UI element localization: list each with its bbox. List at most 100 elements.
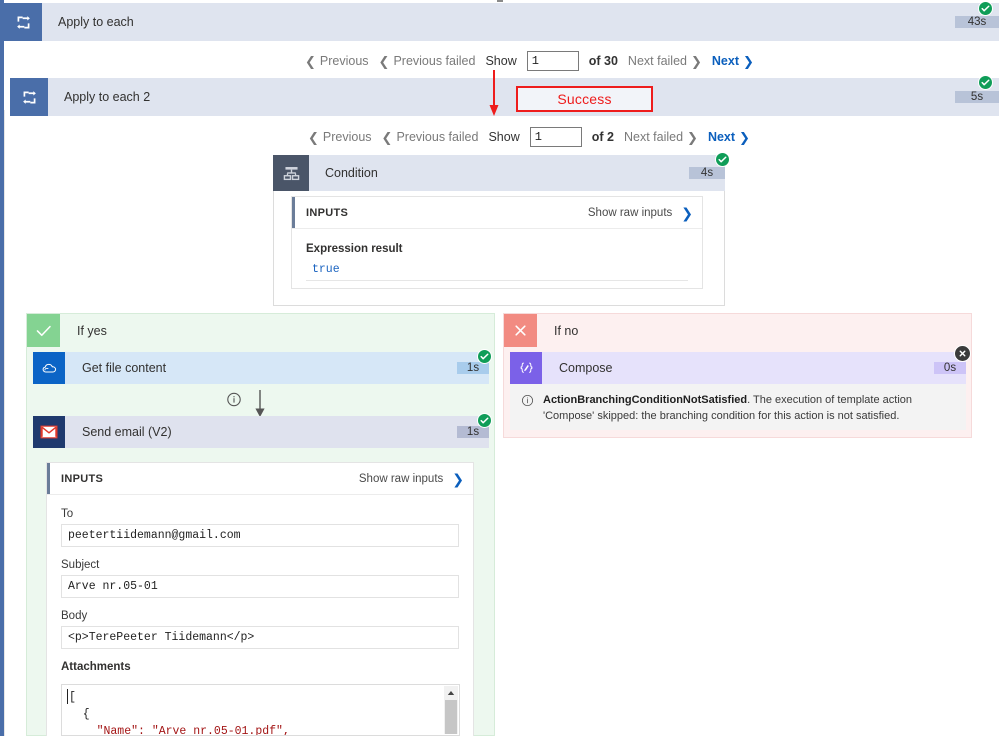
chevron-left-icon: ❮ [378,53,390,69]
chevron-left-icon: ❮ [308,129,319,145]
to-field-value[interactable]: peetertiidemann@gmail.com [61,524,459,547]
next-failed-button[interactable]: Next failed ❯ [624,130,698,144]
show-label: Show [485,54,517,68]
action-compose-title: Compose [559,361,613,375]
chevron-right-icon: ❯ [690,53,702,69]
status-badge-succeeded [978,1,993,16]
condition-inputs-body: Expression result true [292,229,702,291]
info-circle-icon [521,394,535,420]
action-get-file-content-title: Get file content [82,361,167,375]
top-cutoff-nub [497,0,503,2]
compose-skipped-message: ActionBranchingConditionNotSatisfied. Th… [510,384,966,430]
page-number-input[interactable] [526,51,579,71]
scope-apply-to-each-2[interactable]: Apply to each 2 5s [10,78,999,116]
previous-failed-button[interactable]: ❮ Previous failed [379,54,476,68]
send-email-inputs-header: INPUTS Show raw inputs ❯ [47,463,473,495]
action-get-file-content[interactable]: Get file content 1s [33,352,489,384]
action-send-email-v2[interactable]: Send email (V2) 1s [33,416,489,448]
branch-if-yes-label: If yes [77,323,107,338]
scope-apply-to-each-2-duration: 5s [955,91,999,103]
condition-inputs-header: INPUTS Show raw inputs ❯ [292,197,702,229]
scroll-up-arrow-icon[interactable] [444,686,458,699]
previous-label: Previous [319,54,369,68]
previous-button[interactable]: ❮ Previous [305,54,369,68]
text-cursor [67,689,68,704]
chevron-right-icon: ❯ [681,204,693,221]
chevron-left-icon: ❮ [381,129,393,145]
next-label: Next [707,130,736,144]
next-button[interactable]: Next ❯ [712,54,754,68]
onedrive-cloud-icon [33,352,65,384]
next-failed-button[interactable]: Next failed ❯ [628,54,702,68]
previous-failed-button[interactable]: ❮ Previous failed [382,130,479,144]
left-guide-line [4,110,5,736]
next-button[interactable]: Next ❯ [708,130,750,144]
subject-field-label: Subject [61,559,100,571]
show-raw-inputs-button[interactable]: Show raw inputs ❯ [359,472,473,486]
body-field-value[interactable]: <p>TerePeeter Tiidemann</p> [61,626,459,649]
page-total-label: of 2 [591,130,614,144]
previous-button[interactable]: ❮ Previous [308,130,372,144]
show-raw-inputs-label: Show raw inputs [587,206,673,219]
annotation-arrow [489,70,499,116]
branch-if-no-header[interactable]: If no [504,314,971,347]
previous-failed-label: Previous failed [393,54,476,68]
attachments-scrollbar[interactable] [444,686,458,734]
inputs-accent-bar [47,463,50,494]
scope-apply-to-each[interactable]: Apply to each 43s [4,3,999,41]
status-badge-succeeded [978,75,993,90]
condition-title: Condition [325,166,378,180]
chevron-right-icon: ❯ [452,470,464,487]
chevron-left-icon: ❮ [305,53,316,69]
foreach-loop-icon [10,78,48,116]
compose-skipped-text: ActionBranchingConditionNotSatisfied. Th… [543,393,955,422]
expression-result-label: Expression result [306,243,403,255]
inputs-accent-bar [292,197,295,228]
action-compose[interactable]: Compose 0s [510,352,966,384]
gmail-envelope-icon [33,416,65,448]
send-email-inputs-body: To peetertiidemann@gmail.com Subject Arv… [47,495,473,687]
condition-header[interactable]: Condition 4s [273,155,725,191]
scrollbar-thumb[interactable] [445,700,457,734]
previous-failed-label: Previous failed [396,130,479,144]
attachments-line: [ [69,691,76,704]
page-number-input[interactable] [529,127,582,147]
show-label: Show [488,130,520,144]
scope-apply-to-each-title: Apply to each [58,15,134,29]
pagination-outer[interactable]: ❮ Previous ❮ Previous failed Show of 30 … [305,51,754,71]
compose-skipped-code: ActionBranchingConditionNotSatisfied [543,394,748,406]
show-raw-inputs-button[interactable]: Show raw inputs ❯ [588,206,702,220]
flow-run-details-page: Apply to each 43s ❮ Previous ❮ Previous … [0,0,999,736]
condition-branch-icon [273,155,309,191]
close-x-icon [504,314,537,347]
attachments-line: { [69,708,90,721]
subject-field-value[interactable]: Arve nr.05-01 [61,575,459,598]
branch-if-yes-header[interactable]: If yes [27,314,494,347]
attachments-code-box[interactable]: [ { "Name": "Arve nr.05-01.pdf", "Conten… [61,684,460,736]
annotation-success-callout: Success [516,86,653,112]
expression-result-value: true [306,259,688,281]
action-compose-duration: 0s [934,362,966,374]
action-send-email-v2-title: Send email (V2) [82,425,172,439]
chevron-right-icon: ❯ [739,129,750,145]
inputs-title: INPUTS [61,472,104,485]
attachments-field-label: Attachments [61,661,131,673]
branch-if-no-label: If no [554,323,579,338]
scope-apply-to-each-duration: 43s [955,16,999,28]
next-label: Next [711,54,739,68]
condition-duration: 4s [689,167,725,179]
status-badge-succeeded [715,152,730,167]
show-raw-inputs-label: Show raw inputs [358,472,444,485]
inputs-title: INPUTS [306,206,349,219]
page-total-label: of 30 [588,54,618,68]
to-field-label: To [61,508,74,520]
status-badge-succeeded [477,349,492,364]
next-failed-label: Next failed [627,54,687,68]
chevron-right-icon: ❯ [687,129,698,145]
pagination-inner[interactable]: ❮ Previous ❮ Previous failed Show of 2 N… [308,127,750,147]
attachments-code: [ { "Name": "Arve nr.05-01.pdf", "Conten… [69,689,437,735]
previous-label: Previous [322,130,372,144]
body-field-label: Body [61,610,88,622]
status-badge-succeeded [477,413,492,428]
condition-inputs-card: INPUTS Show raw inputs ❯ Expression resu… [291,196,703,289]
